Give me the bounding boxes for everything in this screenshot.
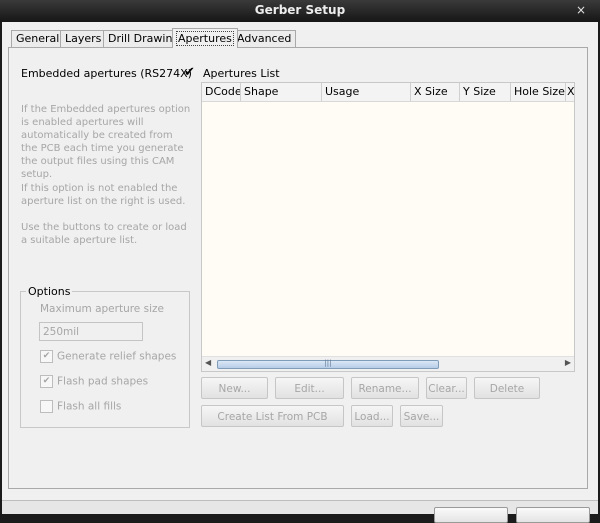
save-button[interactable]: Save...	[400, 405, 443, 427]
edit-button[interactable]: Edit...	[275, 377, 344, 399]
checkbox-checked-icon: ✔	[40, 375, 53, 388]
column-header-dcode[interactable]: DCode	[202, 83, 241, 101]
generate-relief-label: Generate relief shapes	[57, 350, 177, 363]
checkbox-unchecked-icon	[40, 400, 53, 413]
title-bar: Gerber Setup ×	[0, 0, 600, 22]
dialog-footer	[2, 500, 598, 514]
checkbox-checked-icon: ✔	[40, 350, 53, 363]
embedded-apertures-checkbox[interactable]: ✔	[184, 66, 195, 79]
scroll-right-icon[interactable]: ▶	[565, 358, 571, 367]
horizontal-scrollbar[interactable]: ◀ ||| ▶	[202, 356, 574, 371]
max-aperture-size-input[interactable]: 250mil	[39, 322, 143, 341]
load-button[interactable]: Load...	[351, 405, 393, 427]
column-header-x[interactable]: X	[566, 83, 574, 101]
flash-all-fills-checkbox[interactable]: Flash all fills	[40, 400, 121, 414]
max-aperture-size-label: Maximum aperture size	[40, 303, 164, 315]
rename-button[interactable]: Rename...	[351, 377, 419, 399]
ok-button[interactable]	[434, 507, 508, 523]
close-icon[interactable]: ×	[576, 0, 586, 21]
scrollbar-thumb[interactable]: |||	[217, 360, 439, 369]
generate-relief-checkbox[interactable]: ✔ Generate relief shapes	[40, 350, 176, 364]
delete-button[interactable]: Delete	[474, 377, 540, 399]
flash-pad-checkbox[interactable]: ✔ Flash pad shapes	[40, 375, 148, 389]
create-list-from-pcb-button[interactable]: Create List From PCB	[201, 405, 344, 427]
tab-advanced[interactable]: Advanced	[232, 30, 297, 47]
cancel-button[interactable]	[516, 507, 590, 523]
help-text-embedded: If the Embedded apertures option is enab…	[21, 104, 191, 180]
help-text-list: If this option is not enabled the apertu…	[21, 183, 186, 207]
apertures-list-title: Apertures List	[203, 67, 280, 80]
column-header-y-size[interactable]: Y Size	[460, 83, 511, 101]
embedded-apertures-label: Embedded apertures (RS274X)	[21, 67, 192, 80]
list-header: DCode Shape Usage X Size Y Size Hole Siz…	[202, 83, 574, 102]
column-header-x-size[interactable]: X Size	[411, 83, 460, 101]
help-text-buttons: Use the buttons to create or load a suit…	[21, 222, 187, 246]
tab-general[interactable]: General	[11, 30, 65, 47]
new-button[interactable]: New...	[201, 377, 268, 399]
clear-button[interactable]: Clear...	[426, 377, 467, 399]
scroll-left-icon[interactable]: ◀	[205, 358, 211, 367]
column-header-usage[interactable]: Usage	[322, 83, 411, 101]
column-header-hole-size[interactable]: Hole Size	[511, 83, 566, 101]
tab-layers[interactable]: Layers	[60, 30, 107, 47]
flash-pad-label: Flash pad shapes	[57, 375, 149, 388]
window-title: Gerber Setup	[254, 3, 346, 17]
options-title: Options	[26, 285, 73, 298]
flash-all-fills-label: Flash all fills	[57, 400, 122, 413]
column-header-shape[interactable]: Shape	[241, 83, 322, 101]
tab-apertures[interactable]: Apertures	[172, 28, 238, 48]
apertures-list[interactable]: DCode Shape Usage X Size Y Size Hole Siz…	[201, 82, 575, 372]
